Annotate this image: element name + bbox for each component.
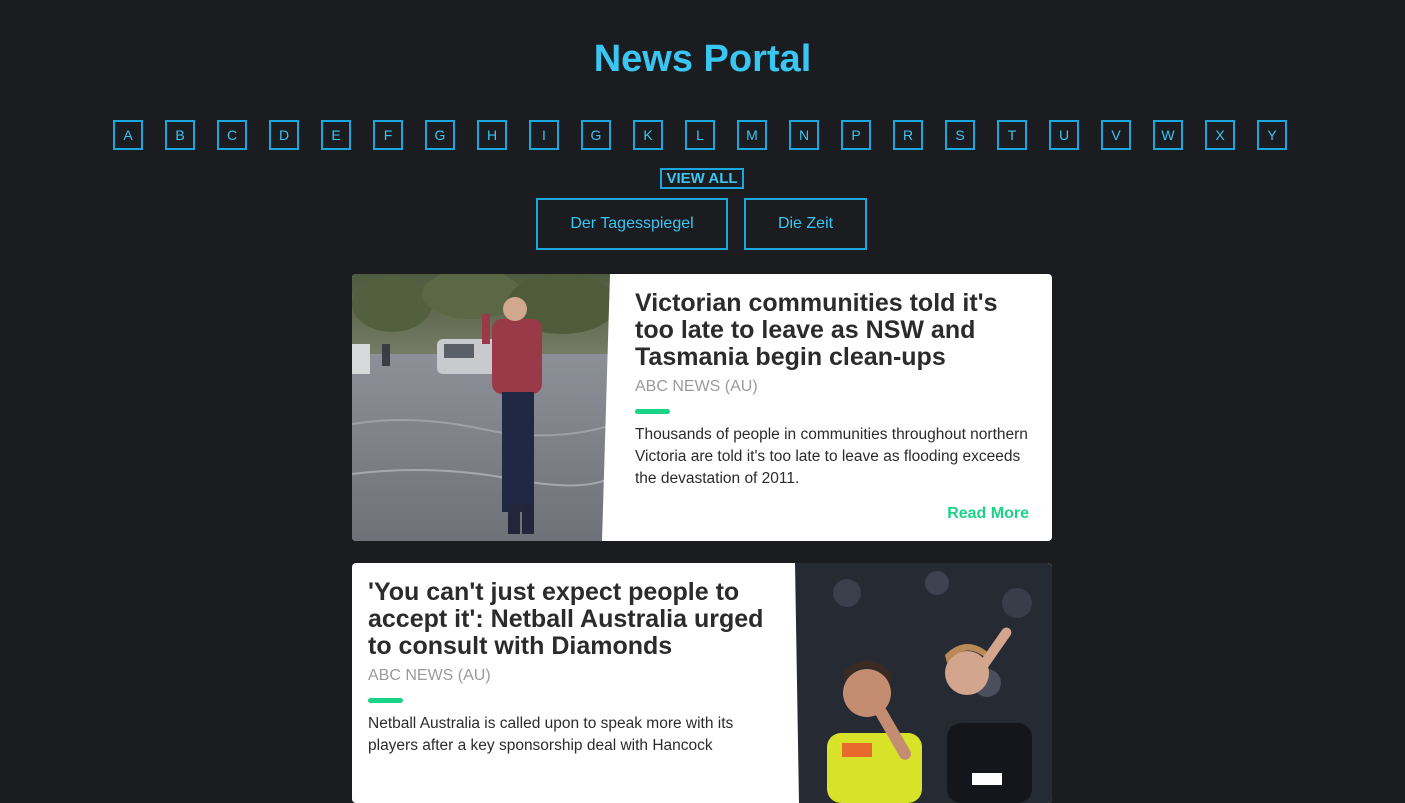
article-card: Victorian communities told it's too late… xyxy=(352,274,1052,541)
article-source: ABC NEWS (AU) xyxy=(635,378,758,395)
article-body: Victorian communities told it's too late… xyxy=(635,290,1037,490)
letter-button-t[interactable]: T xyxy=(997,120,1027,150)
article-card: 'You can't just expect people to accept … xyxy=(352,563,1052,803)
source-button-die-zeit[interactable]: Die Zeit xyxy=(744,198,867,250)
letter-button-r[interactable]: R xyxy=(893,120,923,150)
letter-button-h[interactable]: H xyxy=(477,120,507,150)
article-title[interactable]: 'You can't just expect people to accept … xyxy=(368,579,768,660)
letter-button-l[interactable]: L xyxy=(685,120,715,150)
letter-button-g[interactable]: G xyxy=(425,120,455,150)
flood-photo-image xyxy=(352,274,616,541)
letter-button-c[interactable]: C xyxy=(217,120,247,150)
source-button-tagesspiegel[interactable]: Der Tagesspiegel xyxy=(536,198,728,250)
page-title: News Portal xyxy=(593,38,812,80)
letter-button-a[interactable]: A xyxy=(113,120,143,150)
letter-button-n[interactable]: N xyxy=(789,120,819,150)
letter-filter-bar: A B C D E F G H I G K L M N P R S T U V … xyxy=(113,120,1287,150)
letter-button-s[interactable]: S xyxy=(945,120,975,150)
letter-button-y[interactable]: Y xyxy=(1257,120,1287,150)
letter-button-g-2[interactable]: G xyxy=(581,120,611,150)
letter-button-e[interactable]: E xyxy=(321,120,351,150)
letter-button-i[interactable]: I xyxy=(529,120,559,150)
letter-button-p[interactable]: P xyxy=(841,120,871,150)
article-body: 'You can't just expect people to accept … xyxy=(368,579,768,757)
letter-button-k[interactable]: K xyxy=(633,120,663,150)
letter-button-d[interactable]: D xyxy=(269,120,299,150)
letter-button-x[interactable]: X xyxy=(1205,120,1235,150)
letter-button-f[interactable]: F xyxy=(373,120,403,150)
letter-button-u[interactable]: U xyxy=(1049,120,1079,150)
netball-photo-image xyxy=(787,563,1052,803)
article-description: Thousands of people in communities throu… xyxy=(635,426,1028,487)
accent-bar xyxy=(635,409,670,414)
letter-button-v[interactable]: V xyxy=(1101,120,1131,150)
read-more-link[interactable]: Read More xyxy=(947,505,1029,523)
letter-button-m[interactable]: M xyxy=(737,120,767,150)
accent-bar xyxy=(368,698,403,703)
letter-button-b[interactable]: B xyxy=(165,120,195,150)
article-source: ABC NEWS (AU) xyxy=(368,667,491,684)
article-title[interactable]: Victorian communities told it's too late… xyxy=(635,290,1037,371)
view-all-button[interactable]: VIEW ALL xyxy=(660,168,744,189)
article-description: Netball Australia is called upon to spea… xyxy=(368,715,734,754)
source-filter-bar: Der Tagesspiegel Die Zeit xyxy=(536,198,867,250)
letter-button-w[interactable]: W xyxy=(1153,120,1183,150)
